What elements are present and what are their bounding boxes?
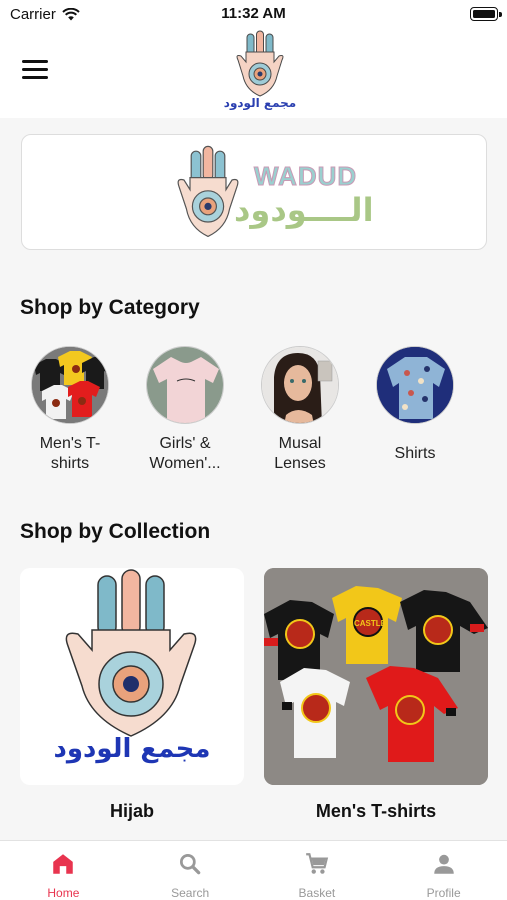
brand-banner[interactable]: WADUD الــــودود xyxy=(21,134,487,250)
shirt-print-label: CASTLE xyxy=(354,619,386,628)
collection-label: Men's T-shirts xyxy=(315,801,437,821)
category-girls-women[interactable]: Girls' & Women'... xyxy=(140,346,230,474)
menu-button[interactable] xyxy=(22,60,48,82)
collection-hijab-image: مجمع الودود xyxy=(20,568,244,785)
category-label: Men's T-shirts xyxy=(39,435,101,472)
header-logo[interactable]: مجمع الودود xyxy=(222,28,298,114)
category-label: Shirts xyxy=(394,445,436,462)
tab-search[interactable]: Search xyxy=(127,841,254,900)
battery-icon xyxy=(470,7,498,21)
tshirts-collection-thumbnail xyxy=(264,568,488,785)
category-section-title: Shop by Category xyxy=(20,296,200,319)
hamsa-logo-icon xyxy=(236,30,284,97)
tab-profile[interactable]: Profile xyxy=(380,841,507,900)
tshirts-thumbnail xyxy=(32,347,108,423)
tab-label: Basket xyxy=(298,886,336,900)
tab-basket[interactable]: Basket xyxy=(254,841,381,900)
banner-brand-latin: WADUD xyxy=(253,161,358,192)
category-shirts-image xyxy=(376,346,454,424)
tab-label: Profile xyxy=(426,886,461,900)
app-header: مجمع الودود xyxy=(0,28,507,118)
header-logo-caption: مجمع الودود xyxy=(223,96,297,110)
menu-line xyxy=(22,68,48,71)
status-time: 11:32 AM xyxy=(221,5,286,22)
collection-hijab-caption: مجمع الودود xyxy=(53,734,211,764)
collection-label: Hijab xyxy=(109,801,154,821)
status-bar: Carrier 11:32 AM xyxy=(0,0,507,28)
category-musal-lenses[interactable]: Musal Lenses xyxy=(255,346,345,474)
tab-label: Home xyxy=(47,886,80,900)
battery-tip xyxy=(499,12,502,17)
category-girls-women-image xyxy=(146,346,224,424)
menu-line xyxy=(22,60,48,63)
search-icon xyxy=(180,853,201,875)
category-label: Musal Lenses xyxy=(274,435,326,472)
category-musal-lenses-image xyxy=(261,346,339,424)
collection-section-title: Shop by Collection xyxy=(20,520,211,543)
collection-mens-tshirts-image: CASTLE xyxy=(264,568,488,785)
collection-mens-tshirts[interactable]: CASTLE Men's T-shirts xyxy=(264,568,488,822)
menu-line xyxy=(22,76,48,79)
shirts-thumbnail xyxy=(377,347,453,423)
pink-tshirt-thumbnail xyxy=(147,347,223,423)
lenses-thumbnail xyxy=(262,347,338,423)
person-icon xyxy=(433,854,454,874)
home-icon xyxy=(53,854,74,874)
bottom-tab-bar: Home Search Basket Profile xyxy=(0,840,507,900)
banner-brand-arabic: الــــودود xyxy=(234,191,374,229)
category-shirts[interactable]: Shirts xyxy=(370,346,460,464)
category-mens-tshirts[interactable]: Men's T-shirts xyxy=(25,346,115,474)
category-mens-tshirts-image xyxy=(31,346,109,424)
tab-label: Search xyxy=(171,886,210,900)
category-label: Girls' & Women'... xyxy=(149,435,221,472)
collection-hijab[interactable]: مجمع الودود Hijab xyxy=(20,568,244,822)
tab-home[interactable]: Home xyxy=(0,841,127,900)
cart-icon xyxy=(306,853,329,874)
